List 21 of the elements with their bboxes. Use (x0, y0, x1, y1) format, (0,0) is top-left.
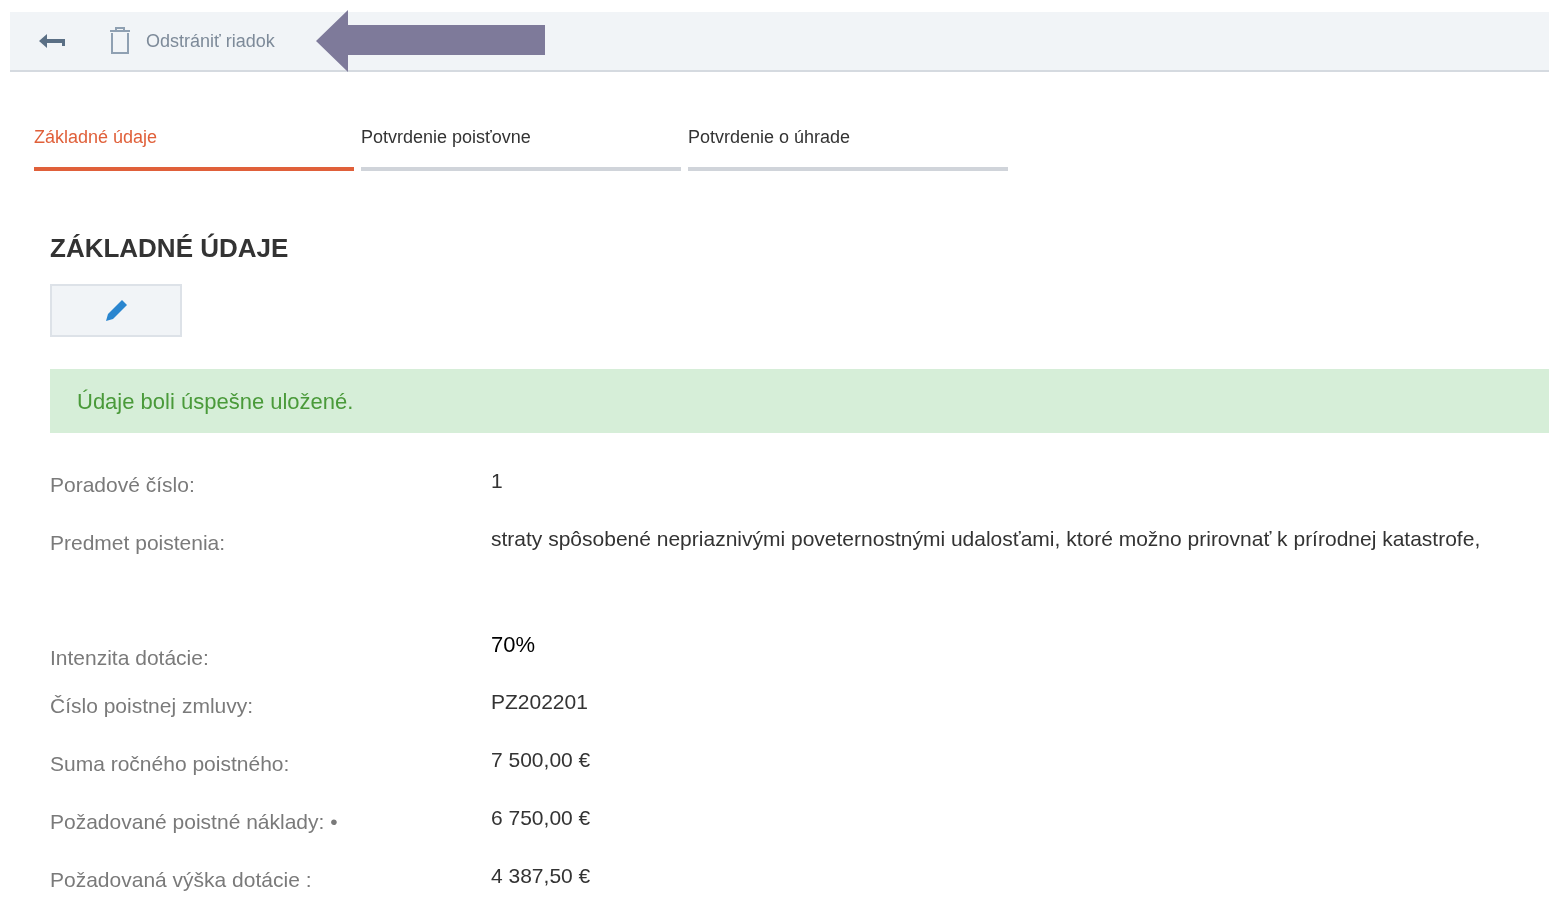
field-value: 1 (491, 468, 504, 494)
field-label: Poradové číslo: (50, 472, 196, 498)
tab[interactable]: Potvrdenie o úhrade (688, 124, 1008, 171)
field-value: 7 500,00 € (491, 747, 592, 773)
field-value: straty spôsobené nepriaznivými poveternostnými udalosťami, ktoré možno prirovnať k prírodnej katastrofe, (491, 526, 1482, 552)
field-label: Intenzita dotácie: (50, 645, 210, 671)
field-label: Číslo poistnej zmluvy: (50, 693, 255, 719)
field-label: Predmet poistenia: (50, 530, 227, 556)
field-label: Suma ročného poistného: (50, 751, 291, 777)
alert-message: Údaje boli úspešne uložené. (77, 387, 354, 416)
tab[interactable]: Potvrdenie poisťovne (361, 124, 681, 171)
field-value: 6 750,00 € (491, 805, 592, 831)
field-value: 4 387,50 € (491, 863, 592, 889)
field-label: Požadovaná výška dotácie : (50, 867, 313, 893)
section-title: ZÁKLADNÉ ÚDAJE (50, 232, 290, 265)
edit-button[interactable] (50, 284, 182, 337)
field-value: 70% (491, 631, 536, 659)
field-label: Požadované poistné náklady: • (50, 809, 339, 835)
field-value: PZ202201 (491, 689, 589, 715)
trash-icon (108, 27, 132, 55)
tab[interactable]: Základné údaje (34, 124, 354, 171)
